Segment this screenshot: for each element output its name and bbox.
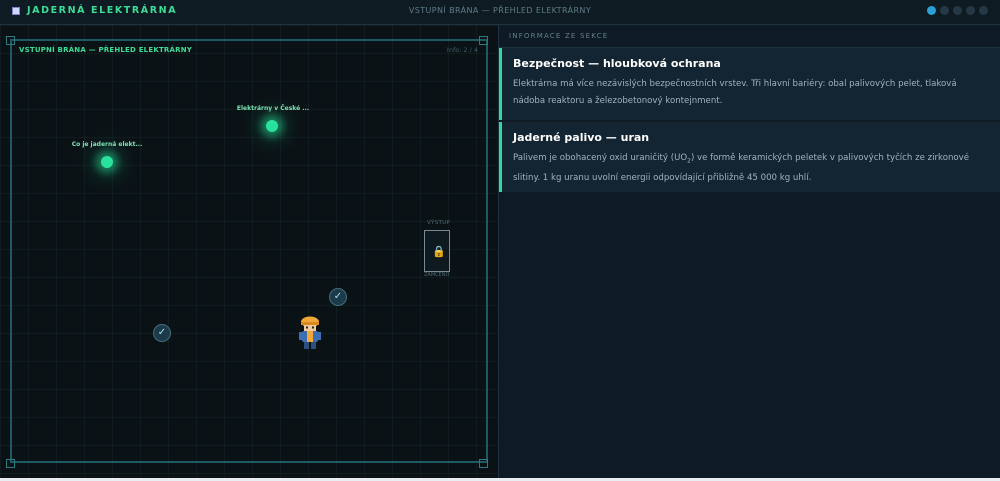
corner-marker bbox=[479, 459, 488, 468]
info-card: Bezpečnost — hloubková ochrana Elektrárn… bbox=[499, 48, 1000, 120]
player-character bbox=[299, 316, 321, 349]
progress-dot bbox=[940, 6, 949, 15]
corner-marker bbox=[6, 36, 15, 45]
info-panel: INFORMACE ZE SEKCE Bezpečnost — hloubkov… bbox=[498, 25, 1000, 481]
info-counter: Info: 2 / 4 bbox=[445, 46, 478, 54]
info-card-body-text: Palivem je obohacený oxid uraničitý (UO bbox=[513, 153, 688, 163]
arena-border bbox=[10, 39, 488, 463]
panel-header: INFORMACE ZE SEKCE bbox=[499, 25, 1000, 48]
info-node-orb[interactable] bbox=[101, 156, 113, 168]
progress-dot bbox=[979, 6, 988, 15]
lock-icon: 🔒 bbox=[432, 245, 446, 258]
info-counter-label: Info: bbox=[446, 46, 462, 54]
corner-marker bbox=[479, 36, 488, 45]
completed-check-icon[interactable]: ✓ bbox=[153, 324, 171, 342]
corner-marker bbox=[6, 459, 15, 468]
info-card: Jaderné palivo — uran Palivem je obohace… bbox=[499, 122, 1000, 192]
progress-dot bbox=[953, 6, 962, 15]
info-card-title: Jaderné palivo — uran bbox=[513, 131, 650, 144]
info-node-orb[interactable] bbox=[266, 120, 278, 132]
arena-title: VSTUPNÍ BRÁNA — PŘEHLED ELEKTRÁRNY bbox=[19, 46, 193, 54]
info-card-body: Elektrárna má více nezávislých bezpečnos… bbox=[513, 79, 957, 106]
exit-status: ZAMČENO bbox=[424, 272, 450, 278]
progress-dot bbox=[966, 6, 975, 15]
exit-door[interactable]: 🔒 bbox=[424, 230, 450, 272]
section-title: VSTUPNÍ BRÁNA — PŘEHLED ELEKTRÁRNY bbox=[408, 6, 592, 15]
info-card-body: Palivem je obohacený oxid uraničitý (UO2… bbox=[513, 150, 989, 187]
panel-header-label: INFORMACE ZE SEKCE bbox=[509, 32, 609, 40]
info-node-label: Elektrárny v České ... bbox=[236, 105, 310, 112]
game-canvas[interactable]: VSTUPNÍ BRÁNA — PŘEHLED ELEKTRÁRNY Info:… bbox=[0, 25, 498, 481]
exit-label: VÝSTUP bbox=[427, 220, 451, 226]
info-node-label: Co je jaderná elekt... bbox=[71, 141, 143, 148]
completed-check-icon[interactable]: ✓ bbox=[329, 288, 347, 306]
info-card-title: Bezpečnost — hloubková ochrana bbox=[513, 57, 721, 70]
progress-dot bbox=[927, 6, 936, 15]
info-counter-value: 2 / 4 bbox=[463, 46, 478, 54]
top-bar: JADERNÁ ELEKTRÁRNA VSTUPNÍ BRÁNA — PŘEHL… bbox=[0, 0, 1000, 25]
progress-dots bbox=[927, 6, 988, 15]
